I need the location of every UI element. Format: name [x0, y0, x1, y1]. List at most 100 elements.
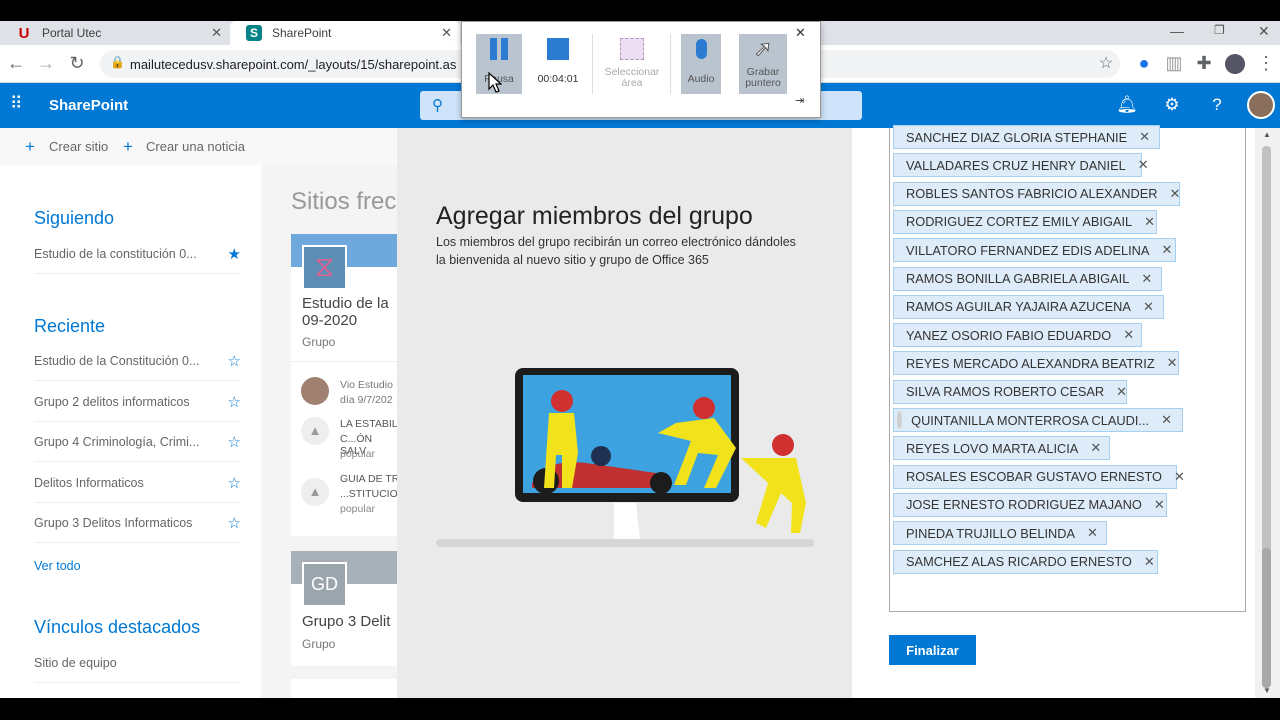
browser-menu-icon[interactable]: ⋮	[1255, 53, 1277, 74]
remove-member-icon[interactable]: ✕	[1142, 497, 1175, 513]
activity-doc-title[interactable]: ...STITUCIO	[340, 488, 398, 500]
close-window-icon[interactable]: ✕	[1258, 23, 1270, 40]
minimize-icon[interactable]: —	[1170, 23, 1184, 39]
tab-sharepoint[interactable]: S SharePoint ✕	[230, 21, 460, 45]
remove-member-icon[interactable]: ✕	[1149, 412, 1182, 428]
settings-gear-icon[interactable]: ⚙	[1160, 95, 1184, 115]
members-picker[interactable]: SANCHEZ DIAZ GLORIA STEPHANIE ✕ VALLADARES…	[889, 125, 1246, 612]
member-name: ROBLES SANTOS FABRICIO ALEXANDER	[906, 186, 1158, 202]
remove-member-icon[interactable]: ✕	[1127, 129, 1160, 145]
back-icon[interactable]: ←	[5, 53, 27, 74]
remove-member-icon[interactable]: ✕	[1132, 214, 1165, 230]
user-avatar[interactable]	[1247, 91, 1275, 119]
list-item[interactable]: Sitio de equipo	[34, 643, 241, 683]
member-pill[interactable]: RODRIGUEZ CORTEZ EMILY ABIGAIL ✕	[893, 209, 1157, 234]
site-card-name: Estudio de la	[302, 295, 389, 312]
extension-reader-icon[interactable]: ▥	[1163, 53, 1185, 74]
star-outline-icon[interactable]: ☆	[228, 474, 241, 492]
member-pill[interactable]: YANEZ OSORIO FABIO EDUARDO ✕	[893, 323, 1144, 348]
remove-member-icon[interactable]: ✕	[1126, 157, 1159, 173]
member-pill[interactable]: ROSALES ESCOBAR GUSTAVO ERNESTO ✕	[893, 464, 1185, 489]
scrollbar-thumb[interactable]	[1262, 548, 1271, 688]
member-name: VILLATORO FERNANDEZ EDIS ADELINA	[906, 242, 1150, 258]
help-icon[interactable]: ?	[1205, 95, 1229, 115]
forward-icon[interactable]: →	[35, 53, 57, 74]
member-pill[interactable]: SAMCHEZ ALAS RICARDO ERNESTO ✕	[893, 549, 1158, 574]
audio-button[interactable]: Audio	[681, 34, 721, 94]
close-tab-icon[interactable]: ✕	[441, 25, 452, 41]
list-item-label: Sitio de equipo	[34, 655, 117, 670]
stop-button[interactable]: 00:04:01	[534, 34, 582, 94]
extension-chat-icon[interactable]: ●	[1133, 53, 1155, 74]
member-pill[interactable]: VALLADARES CRUZ HENRY DANIEL ✕	[893, 153, 1149, 178]
create-site-button[interactable]: Crear sitio	[49, 139, 108, 154]
remove-member-icon[interactable]: ✕	[1162, 469, 1195, 485]
list-item[interactable]: Delitos Informaticos ☆	[34, 463, 241, 503]
star-outline-icon[interactable]: ☆	[228, 352, 241, 370]
member-name: JOSE ERNESTO RODRIGUEZ MAJANO	[906, 497, 1142, 513]
activity-doc-title[interactable]: LA ESTABIL	[340, 418, 398, 430]
activity-tag: popular	[340, 503, 376, 515]
extensions-puzzle-icon[interactable]: ✚	[1193, 53, 1215, 74]
close-tab-icon[interactable]: ✕	[211, 25, 222, 41]
star-filled-icon[interactable]: ★	[228, 245, 241, 263]
scroll-up-arrow-icon[interactable]: ▲	[1263, 130, 1271, 139]
member-name: SAMCHEZ ALAS RICARDO ERNESTO	[906, 554, 1132, 569]
reload-icon[interactable]: ↻	[66, 53, 88, 74]
create-news-button[interactable]: Crear una noticia	[146, 139, 245, 154]
site-card-name: Grupo 3 Delit	[302, 613, 391, 630]
close-recorder-icon[interactable]: ✕	[795, 25, 806, 41]
remove-member-icon[interactable]: ✕	[1131, 299, 1164, 315]
remove-member-icon[interactable]: ✕	[1158, 186, 1191, 202]
scroll-down-arrow-icon[interactable]: ▼	[1263, 686, 1271, 695]
list-item[interactable]: Grupo 4 Criminología, Crimi... ☆	[34, 422, 241, 462]
site-card[interactable]: ⧖ Estudio de la 09-2020 Grupo Vio Estudi…	[291, 234, 401, 536]
member-pill[interactable]: SILVA RAMOS ROBERTO CESAR ✕	[893, 379, 1127, 404]
tab-label: SharePoint	[272, 26, 332, 40]
remove-member-icon[interactable]: ✕	[1132, 554, 1165, 570]
member-pill[interactable]: ROBLES SANTOS FABRICIO ALEXANDER ✕	[893, 181, 1180, 206]
site-card[interactable]	[291, 679, 401, 698]
member-pill[interactable]: SANCHEZ DIAZ GLORIA STEPHANIE ✕	[893, 125, 1160, 149]
member-pill[interactable]: REYES LOVO MARTA ALICIA ✕	[893, 436, 1111, 461]
app-name[interactable]: SharePoint	[49, 97, 128, 114]
list-item[interactable]: Grupo 3 Delitos Informaticos ☆	[34, 503, 241, 543]
star-outline-icon[interactable]: ☆	[228, 433, 241, 451]
profile-avatar[interactable]	[1225, 54, 1245, 74]
finish-button[interactable]: Finalizar	[889, 635, 976, 665]
tab-portal-utec[interactable]: U Portal Utec ✕	[0, 21, 230, 45]
member-pill[interactable]: PINEDA TRUJILLO BELINDA ✕	[893, 521, 1108, 546]
record-pointer-button[interactable]: ➚ Grabar puntero	[739, 34, 787, 94]
bookmark-star-icon[interactable]: ☆	[1095, 53, 1117, 73]
recording-time: 00:04:01	[537, 73, 579, 85]
remove-member-icon[interactable]: ✕	[1111, 327, 1144, 343]
notifications-bell-icon[interactable]: 🔔︎	[1115, 95, 1139, 115]
remove-member-icon[interactable]: ✕	[1149, 242, 1182, 258]
member-pill[interactable]: QUINTANILLA MONTERROSA CLAUDI... ✕	[893, 408, 1183, 432]
activity-doc-title[interactable]: GUIA DE TR	[340, 473, 399, 485]
list-item[interactable]: Estudio de la Constitución 0... ☆	[34, 341, 241, 381]
remove-member-icon[interactable]: ✕	[1155, 355, 1188, 371]
remove-member-icon[interactable]: ✕	[1075, 525, 1108, 541]
remove-member-icon[interactable]: ✕	[1129, 271, 1162, 287]
member-pill[interactable]: REYES MERCADO ALEXANDRA BEATRIZ ✕	[893, 351, 1179, 376]
remove-member-icon[interactable]: ✕	[1104, 384, 1137, 400]
site-card[interactable]: GD Grupo 3 Delit Grupo	[291, 551, 401, 666]
remove-member-icon[interactable]: ✕	[1078, 440, 1111, 456]
list-item-label: Estudio de la Constitución 0...	[34, 353, 200, 368]
page-scrollbar[interactable]: ▲ ▼	[1255, 128, 1280, 698]
member-pill[interactable]: RAMOS AGUILAR YAJAIRA AZUCENA ✕	[893, 294, 1164, 319]
see-all-link[interactable]: Ver todo	[34, 559, 81, 573]
star-outline-icon[interactable]: ☆	[228, 514, 241, 532]
star-outline-icon[interactable]: ☆	[228, 393, 241, 411]
list-item[interactable]: Grupo 2 delitos informaticos ☆	[34, 382, 241, 422]
select-area-button[interactable]: Seleccionar área	[600, 34, 664, 94]
list-item[interactable]: Estudio de la constitución 0... ★	[34, 234, 241, 274]
app-launcher-icon[interactable]: ⠿	[10, 94, 22, 114]
pin-icon[interactable]: ⇥	[795, 94, 804, 107]
restore-icon[interactable]: ❐	[1214, 23, 1225, 37]
member-pill[interactable]: JOSE ERNESTO RODRIGUEZ MAJANO ✕	[893, 492, 1167, 517]
member-pill[interactable]: VILLATORO FERNANDEZ EDIS ADELINA ✕	[893, 238, 1176, 263]
mechanic-helmet	[551, 390, 573, 412]
member-pill[interactable]: RAMOS BONILLA GABRIELA ABIGAIL ✕	[893, 266, 1162, 291]
